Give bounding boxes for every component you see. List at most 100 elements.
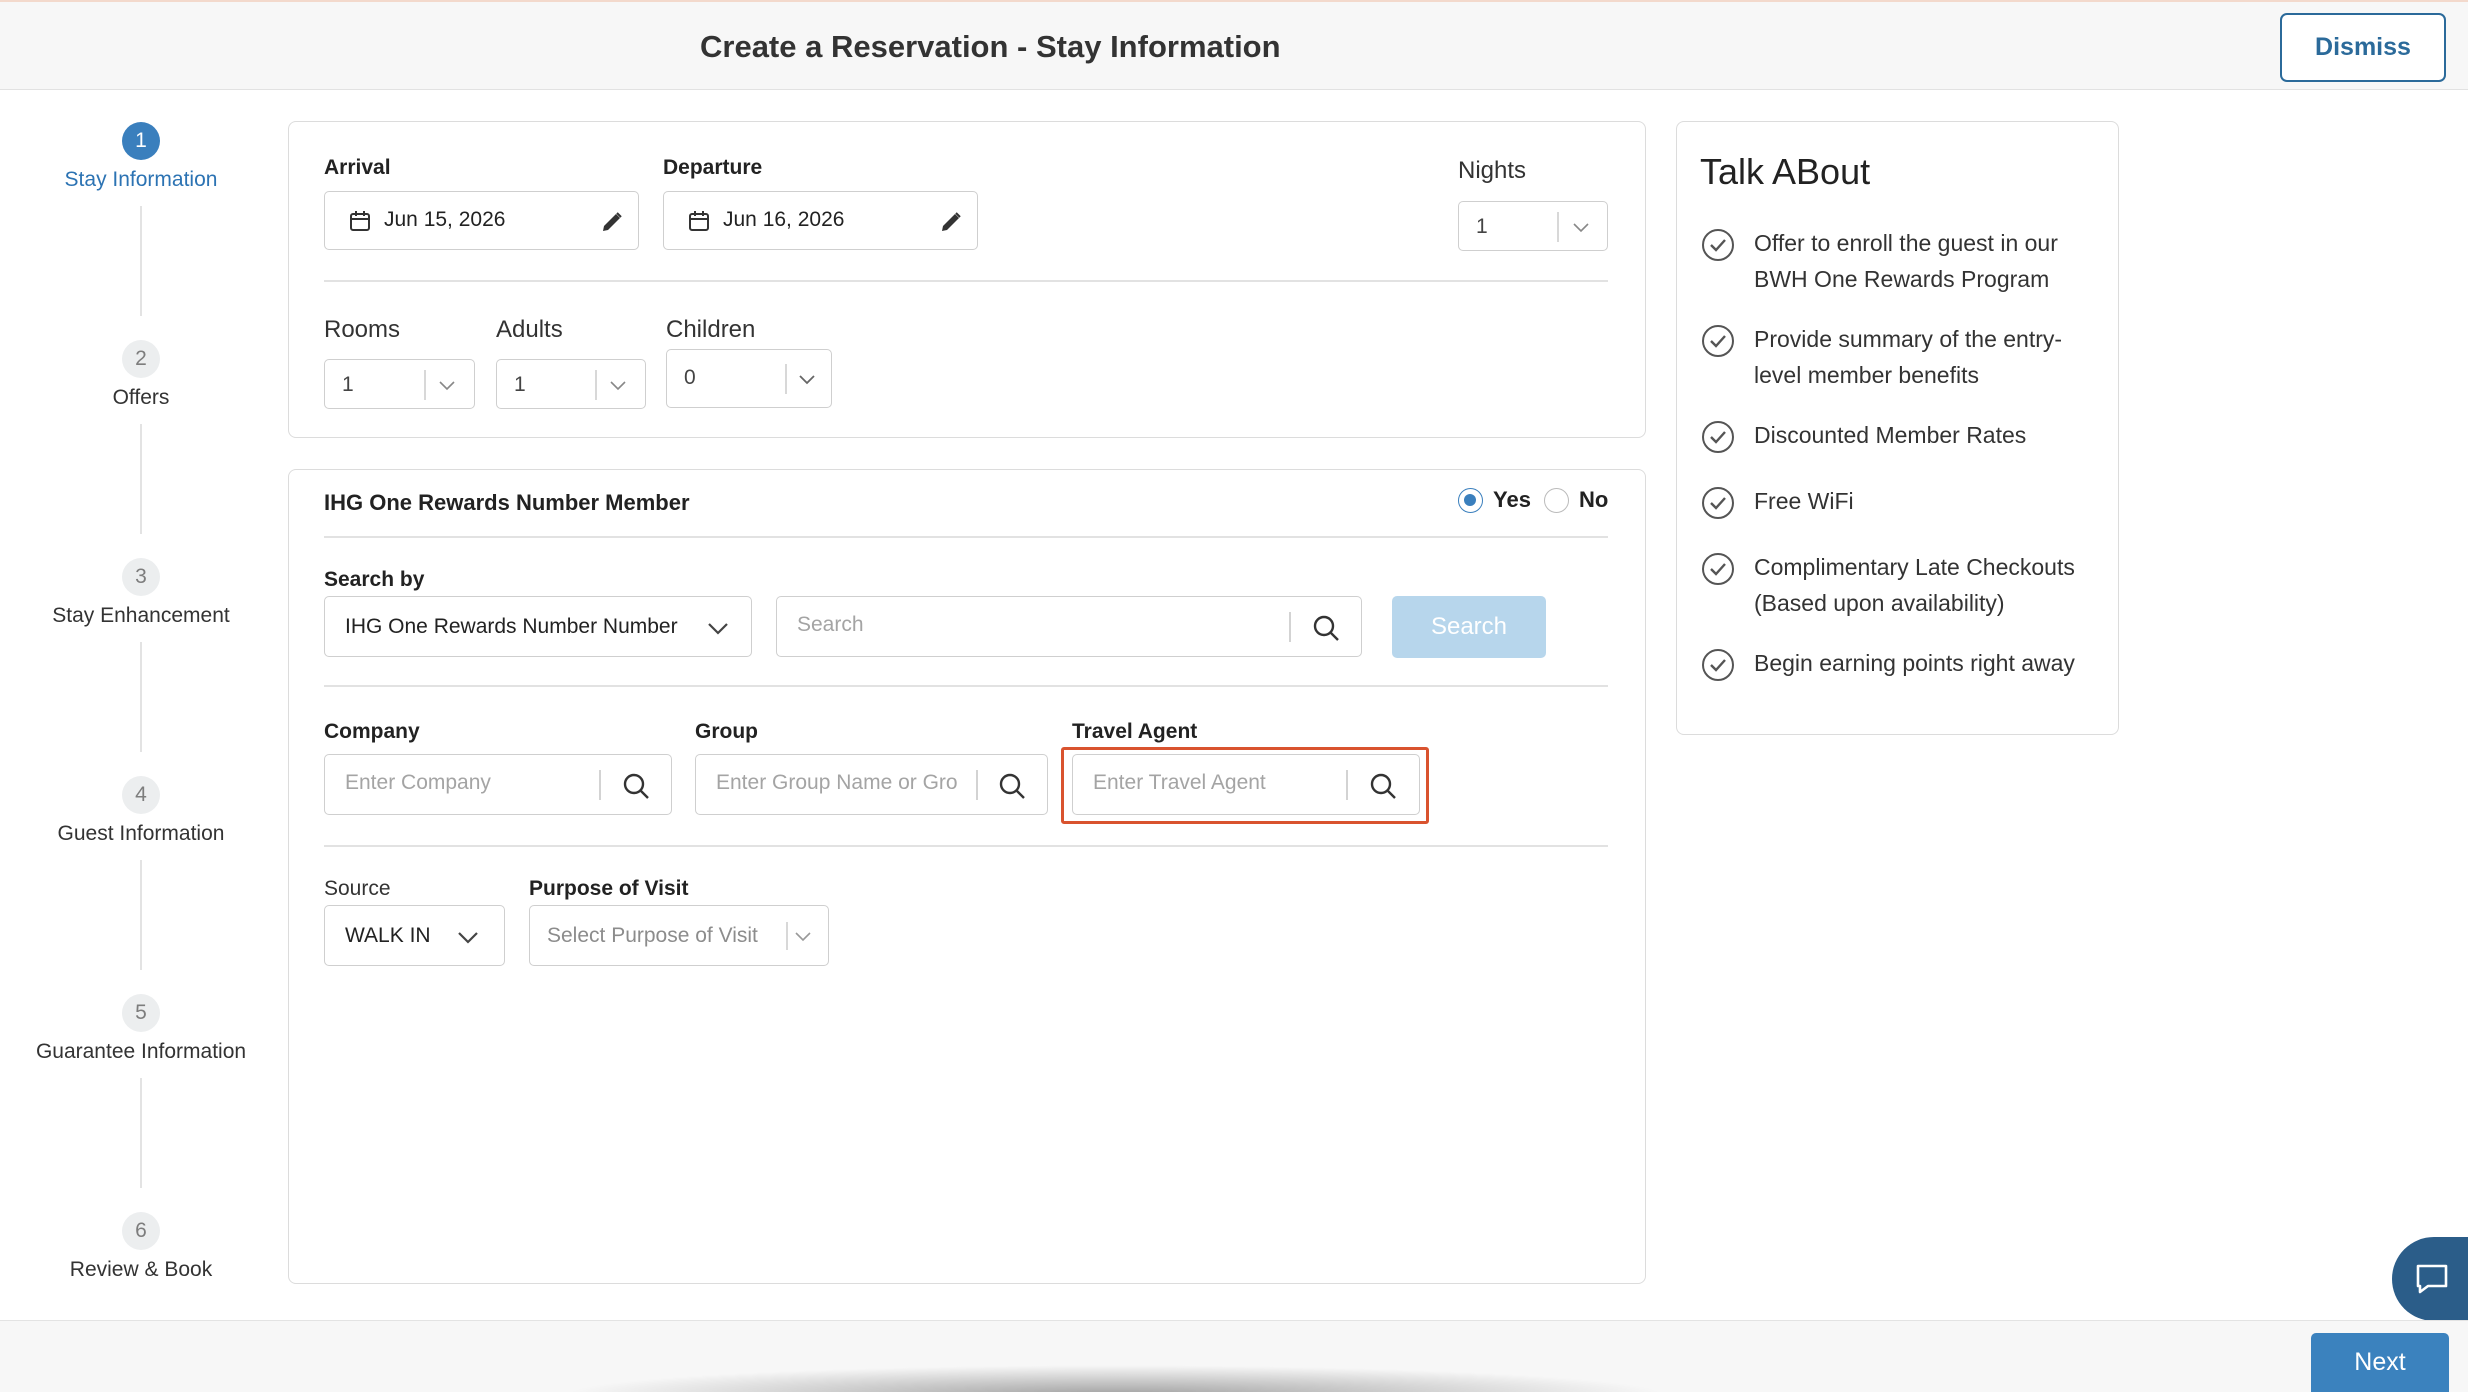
chevron-down-icon [458, 932, 478, 944]
nights-label: Nights [1458, 157, 1527, 184]
nights-select[interactable]: 1 [1458, 201, 1608, 251]
group-label: Group [695, 720, 758, 743]
select-separator [786, 922, 788, 950]
children-select[interactable]: 0 [666, 349, 832, 408]
member-no-radio[interactable]: No [1544, 487, 1608, 513]
chevron-down-icon [708, 623, 728, 635]
step-label: Stay Information [64, 168, 218, 191]
check-circle-icon [1702, 421, 1734, 453]
travel-agent-highlight [1061, 747, 1429, 824]
radio-label: No [1579, 487, 1609, 512]
progress-stepper: 1 Stay Information 2 Offers 3 Stay Enhan… [0, 90, 282, 1320]
arrival-date-value: Jun 15, 2026 [384, 208, 506, 231]
talk-item-text: Complimentary Late Checkouts (Based upon… [1754, 554, 2075, 616]
source-label: Source [324, 877, 391, 900]
select-separator [1557, 212, 1559, 242]
departure-date-field[interactable]: Jun 16, 2026 [663, 191, 978, 250]
departure-date-value: Jun 16, 2026 [723, 208, 845, 231]
step-connector [140, 642, 142, 752]
talk-item-text: Discounted Member Rates [1754, 422, 2027, 448]
check-circle-icon [1702, 325, 1734, 357]
radio-label: Yes [1493, 487, 1531, 512]
step-label: Offers [112, 386, 170, 409]
nights-value: 1 [1476, 215, 1488, 238]
calendar-icon [350, 211, 370, 231]
talk-item-text: Free WiFi [1754, 488, 1854, 514]
divider [324, 280, 1608, 282]
select-separator [595, 370, 597, 400]
group-search-field[interactable] [695, 754, 1048, 815]
travel-agent-label: Travel Agent [1072, 720, 1198, 743]
chevron-down-icon [799, 375, 815, 385]
adults-value: 1 [514, 373, 526, 396]
rooms-label: Rooms [324, 316, 401, 343]
divider [324, 536, 1608, 538]
next-button[interactable]: Next [2311, 1333, 2449, 1392]
step-guest-information[interactable]: 4 Guest Information [0, 776, 282, 846]
edit-pencil-icon[interactable] [600, 210, 624, 234]
member-search-input[interactable] [797, 613, 1277, 637]
header-bar: Create a Reservation - Stay Information … [0, 0, 2468, 90]
member-search-button[interactable]: Search [1392, 596, 1546, 658]
select-separator [424, 370, 426, 400]
check-circle-icon [1702, 229, 1734, 261]
chevron-down-icon [439, 381, 455, 391]
search-icon[interactable] [621, 771, 651, 801]
radio-indicator [1458, 487, 1483, 513]
purpose-label: Purpose of Visit [529, 877, 689, 900]
check-circle-icon [1702, 553, 1734, 585]
select-separator [785, 364, 787, 394]
adults-label: Adults [496, 316, 563, 343]
step-label: Guarantee Information [35, 1040, 247, 1063]
calendar-icon [689, 211, 709, 231]
input-separator [1289, 612, 1291, 642]
arrival-date-field[interactable]: Jun 15, 2026 [324, 191, 639, 250]
edit-pencil-icon[interactable] [939, 210, 963, 234]
purpose-placeholder: Select Purpose of Visit [547, 924, 758, 947]
step-review-book[interactable]: 6 Review & Book [0, 1212, 282, 1282]
dismiss-button[interactable]: Dismiss [2280, 13, 2446, 82]
divider [324, 845, 1608, 847]
step-number: 6 [122, 1212, 160, 1250]
departure-label: Departure [663, 156, 763, 179]
input-separator [599, 770, 601, 800]
chevron-down-icon [795, 932, 811, 942]
search-icon[interactable] [997, 771, 1027, 801]
talk-about-title: Talk ABout [1700, 151, 1871, 192]
chevron-down-icon [1573, 223, 1589, 233]
search-icon[interactable] [1311, 613, 1341, 643]
step-label: Guest Information [57, 822, 225, 845]
step-stay-information[interactable]: 1 Stay Information [0, 122, 282, 192]
step-connector [140, 860, 142, 970]
chat-icon [2416, 1264, 2448, 1294]
member-section-title: IHG One Rewards Number Member [324, 490, 690, 515]
children-value: 0 [684, 366, 696, 389]
company-input[interactable] [345, 771, 595, 795]
member-search-field[interactable] [776, 596, 1362, 657]
check-circle-icon [1702, 487, 1734, 519]
talk-item-text: Provide summary of the entry-level membe… [1754, 326, 2063, 388]
divider [324, 685, 1608, 687]
rooms-select[interactable]: 1 [324, 359, 475, 409]
step-stay-enhancement[interactable]: 3 Stay Enhancement [0, 558, 282, 628]
search-by-select[interactable]: IHG One Rewards Number Number [324, 596, 752, 657]
member-yes-radio[interactable]: Yes [1458, 487, 1531, 513]
member-search-panel [288, 469, 1646, 1284]
purpose-select[interactable]: Select Purpose of Visit [529, 905, 829, 966]
step-number: 3 [122, 558, 160, 596]
step-connector [140, 1078, 142, 1188]
source-select[interactable]: WALK IN [324, 905, 505, 966]
source-value: WALK IN [345, 924, 431, 947]
talk-item-text: Offer to enroll the guest in our BWH One… [1754, 230, 2058, 292]
step-offers[interactable]: 2 Offers [0, 340, 282, 410]
input-separator [976, 770, 978, 800]
step-guarantee-information[interactable]: 5 Guarantee Information [0, 994, 282, 1064]
chat-button[interactable] [2392, 1237, 2468, 1321]
check-circle-icon [1702, 649, 1734, 681]
group-input[interactable] [716, 771, 958, 795]
step-label: Review & Book [69, 1258, 213, 1281]
adults-select[interactable]: 1 [496, 359, 646, 409]
step-label: Stay Enhancement [52, 604, 230, 627]
search-by-label: Search by [324, 568, 425, 591]
company-search-field[interactable] [324, 754, 672, 815]
